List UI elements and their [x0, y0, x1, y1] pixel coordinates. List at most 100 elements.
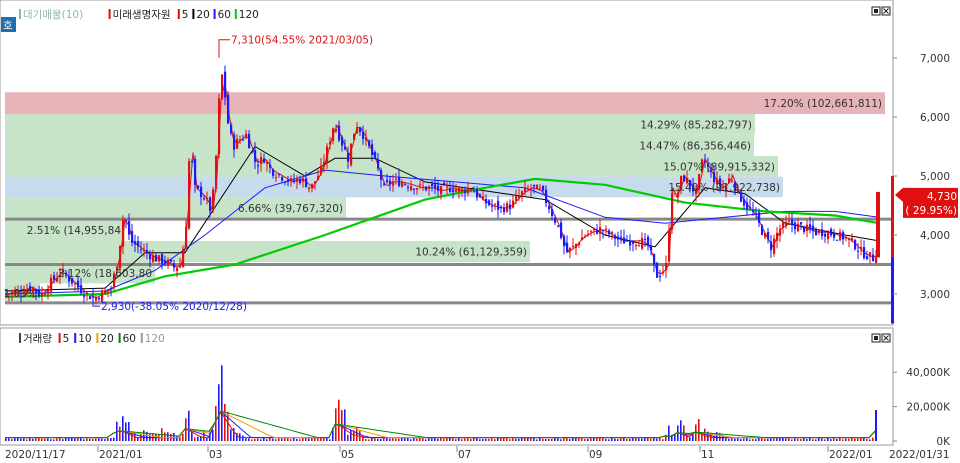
volume-bar — [821, 438, 823, 441]
candle-body — [173, 263, 176, 268]
volume-bar — [509, 439, 511, 441]
candle-body — [176, 267, 179, 271]
volume-bar — [347, 434, 349, 441]
candle-body — [812, 225, 815, 231]
volume-bar — [11, 439, 13, 441]
volume-bar — [476, 437, 478, 441]
candle-body — [374, 152, 377, 159]
candle-body — [452, 189, 455, 192]
candle-body — [233, 134, 236, 150]
candle-body — [761, 225, 764, 235]
current-change-label: ( 29.95%) — [905, 205, 957, 217]
volume-bar — [215, 405, 217, 441]
legend-label: 5 — [63, 333, 70, 345]
volume-bar — [224, 403, 226, 441]
volume-bar — [830, 439, 832, 441]
legend-label: 5 — [182, 9, 189, 21]
candle-body — [599, 227, 602, 234]
volume-bar — [191, 432, 193, 441]
candle-body — [824, 233, 827, 237]
volume-bar — [854, 438, 856, 441]
volume-bar — [566, 437, 568, 441]
volume-bar — [437, 438, 439, 441]
volume-bar — [197, 436, 199, 441]
volume-bar — [29, 437, 31, 441]
volume-bar — [638, 438, 640, 441]
volume-bar — [641, 438, 643, 441]
volume-bar — [86, 438, 88, 441]
candle-body — [44, 293, 47, 295]
candle-body — [185, 226, 188, 248]
volume-bar — [773, 438, 775, 441]
volume-bar — [578, 437, 580, 441]
volume-bar — [794, 438, 796, 441]
candle-body — [518, 195, 521, 199]
candle-body — [449, 188, 452, 192]
candle-body — [110, 288, 113, 290]
volume-bar — [326, 437, 328, 441]
volume-bar — [320, 437, 322, 441]
volume-bar — [395, 438, 397, 441]
candle-body — [437, 185, 440, 191]
candle-body — [413, 188, 416, 190]
volume-bar — [122, 416, 124, 441]
candle-body — [536, 185, 539, 189]
volume-bar — [656, 438, 658, 441]
volume-bar — [461, 439, 463, 441]
volume-bar — [212, 430, 214, 441]
candle-body — [149, 254, 152, 260]
restore-icon[interactable] — [871, 6, 881, 16]
candle-body — [224, 71, 227, 98]
volume-bar — [701, 434, 703, 441]
volume-close-icon[interactable] — [881, 333, 891, 343]
volume-bar — [479, 439, 481, 441]
candle-body — [596, 229, 599, 234]
candle-body — [194, 158, 197, 185]
candle-body — [146, 250, 149, 254]
candle-body — [539, 187, 542, 189]
candle-body — [521, 191, 524, 196]
volume-bar — [824, 439, 826, 441]
profile-label: 10.24% (61,129,359) — [415, 247, 527, 259]
candle-body — [566, 242, 569, 253]
candle-body — [638, 245, 641, 247]
current-bar-low — [891, 257, 894, 324]
candle-body — [644, 238, 647, 240]
candle-body — [311, 183, 314, 189]
candle-body — [218, 98, 221, 155]
candle-body — [428, 186, 431, 190]
volume-bar — [470, 439, 472, 441]
volume-bar — [44, 438, 46, 441]
candle-body — [200, 186, 203, 198]
candle-body — [758, 212, 761, 223]
candle-body — [515, 196, 518, 201]
candle-body — [434, 184, 437, 189]
volume-bar — [173, 432, 175, 441]
legend-swatch — [177, 9, 180, 19]
volume-bar — [89, 438, 91, 441]
candle-body — [821, 229, 824, 237]
volume-bar — [749, 439, 751, 441]
volume-bar — [545, 439, 547, 441]
candle-body — [542, 185, 545, 191]
date-tick-label: 09 — [589, 449, 602, 461]
volume-bar — [605, 439, 607, 441]
volume-bar — [815, 439, 817, 441]
volume-bar — [599, 438, 601, 441]
volume-bar — [536, 439, 538, 441]
close-icon[interactable] — [881, 6, 891, 16]
candle-body — [851, 237, 854, 241]
volume-restore-icon[interactable] — [871, 333, 881, 343]
price-tick-label: 5,000 — [920, 171, 950, 183]
legend-swatch — [234, 9, 237, 19]
volume-panel[interactable] — [0, 327, 894, 446]
volume-bar — [167, 432, 169, 441]
candle-body — [563, 236, 566, 247]
volume-bar — [101, 438, 103, 441]
candle-body — [554, 217, 557, 223]
candle-body — [104, 290, 107, 294]
stock-chart[interactable]: 17.20% (102,661,811) 14.29% (85,282,797) 1… — [0, 0, 960, 463]
volume-bar — [329, 439, 331, 441]
volume-bar — [107, 437, 109, 441]
volume-bar — [182, 433, 184, 441]
